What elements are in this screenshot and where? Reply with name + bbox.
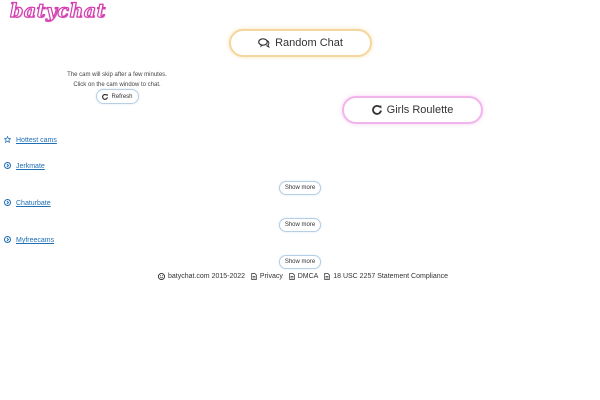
site-logo[interactable]: batychat bbox=[9, 0, 106, 23]
section-link-jerkmate[interactable]: Jerkmate bbox=[3, 161, 45, 171]
footer: batychat.com 2015-2022 Privacy DMCA 18 U… bbox=[158, 273, 448, 280]
refresh-icon bbox=[102, 93, 109, 100]
footer-compliance-link[interactable]: 18 USC 2257 Statement Compliance bbox=[333, 273, 448, 280]
girls-roulette-label: Girls Roulette bbox=[386, 104, 454, 116]
refresh-button[interactable]: Refresh bbox=[96, 89, 139, 104]
girls-roulette-button[interactable]: Girls Roulette bbox=[342, 96, 483, 124]
document-icon bbox=[251, 273, 257, 280]
section-link-myfreecams[interactable]: Myfreecams bbox=[3, 235, 55, 245]
section-link-hottest-cams[interactable]: Hottest cams bbox=[3, 135, 57, 145]
document-icon bbox=[289, 273, 295, 280]
section-link-label: Jerkmate bbox=[16, 163, 45, 170]
chat-bubbles-icon bbox=[258, 38, 270, 48]
show-more-button-jerkmate[interactable]: Show more bbox=[279, 181, 321, 195]
show-more-button-myfreecams[interactable]: Show more bbox=[279, 255, 321, 269]
arrow-circle-icon bbox=[3, 235, 12, 245]
smiley-icon bbox=[158, 273, 165, 280]
show-more-label: Show more bbox=[284, 222, 316, 228]
skip-notice: The cam will skip after a few minutes. C… bbox=[67, 70, 167, 90]
footer-privacy-link[interactable]: Privacy bbox=[260, 273, 283, 280]
skip-notice-line-1: The cam will skip after a few minutes. bbox=[67, 72, 167, 78]
show-more-button-chaturbate[interactable]: Show more bbox=[279, 218, 321, 232]
show-more-label: Show more bbox=[284, 185, 316, 191]
random-chat-label: Random Chat bbox=[275, 37, 343, 49]
footer-copyright: batychat.com 2015-2022 bbox=[168, 273, 246, 280]
footer-dmca-link[interactable]: DMCA bbox=[298, 273, 319, 280]
refresh-label: Refresh bbox=[111, 93, 133, 100]
show-more-label: Show more bbox=[284, 259, 316, 265]
section-link-label: Myfreecams bbox=[16, 237, 55, 244]
section-link-label: Hottest cams bbox=[16, 137, 57, 144]
section-link-label: Chaturbate bbox=[16, 200, 51, 207]
arrow-circle-icon bbox=[3, 161, 12, 171]
document-icon bbox=[324, 273, 330, 280]
star-icon bbox=[3, 135, 12, 145]
arrow-circle-icon bbox=[3, 198, 12, 208]
refresh-icon bbox=[371, 105, 382, 115]
section-link-chaturbate[interactable]: Chaturbate bbox=[3, 198, 51, 208]
random-chat-button[interactable]: Random Chat bbox=[229, 29, 372, 57]
